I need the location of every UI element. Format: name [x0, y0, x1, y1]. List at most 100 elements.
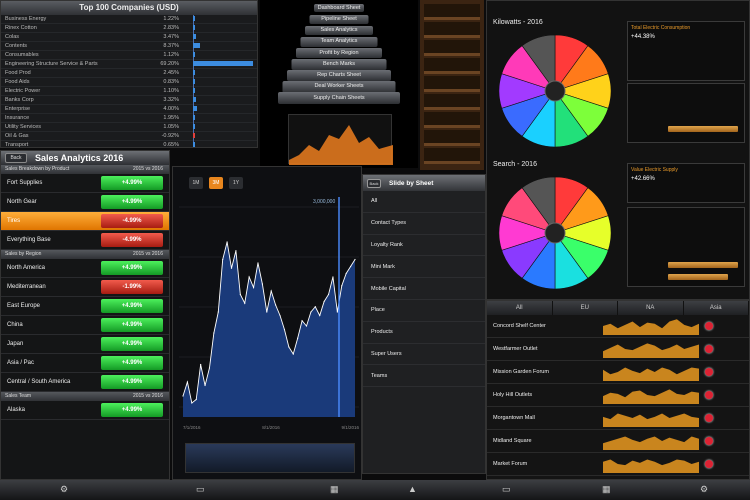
data-point[interactable]: [261, 283, 263, 285]
sales-row[interactable]: North America +4.99%: [1, 259, 169, 278]
list-icon[interactable]: ▭: [196, 484, 205, 495]
sheet-list-item[interactable]: Products: [363, 322, 485, 344]
sheet-list-item[interactable]: Contact Types: [363, 213, 485, 235]
sheet-list-item[interactable]: Loyalty Rank: [363, 235, 485, 257]
table-row[interactable]: Food Prod 2.45%: [1, 69, 257, 78]
data-point[interactable]: [301, 320, 303, 322]
table-row[interactable]: Banks Corp 3.32%: [1, 96, 257, 105]
carousel-item[interactable]: Profit by Region: [296, 48, 382, 58]
carousel-item[interactable]: Dashboard Sheet: [314, 4, 364, 12]
location-row[interactable]: Mission Garden Forum: [487, 361, 749, 384]
location-row[interactable]: Midland Square: [487, 430, 749, 453]
sheet-list-item[interactable]: Mobile Capital: [363, 278, 485, 300]
data-point[interactable]: [204, 384, 206, 387]
folder-icon[interactable]: ▭: [502, 484, 511, 495]
sheet-list-item[interactable]: All: [363, 191, 485, 213]
table-row[interactable]: Insurance 1.95%: [1, 114, 257, 123]
table-row[interactable]: Utility Services 1.05%: [1, 123, 257, 132]
data-point[interactable]: [252, 286, 255, 289]
data-point[interactable]: [349, 265, 352, 268]
table-row[interactable]: Oil & Gas -0.92%: [1, 132, 257, 141]
data-point[interactable]: [230, 267, 233, 269]
location-tab[interactable]: EU: [553, 301, 618, 315]
table-row[interactable]: Rinex Cotton 2.83%: [1, 24, 257, 33]
data-point[interactable]: [354, 258, 356, 261]
data-point[interactable]: [208, 367, 211, 369]
sales-line-chart[interactable]: [179, 197, 359, 447]
carousel-item[interactable]: Bench Marks: [291, 59, 387, 70]
carousel-item[interactable]: Rep Charts Sheet: [287, 70, 391, 81]
data-point[interactable]: [222, 258, 224, 261]
carousel-item[interactable]: Deal Worker Sheets: [282, 81, 396, 93]
data-point[interactable]: [288, 346, 290, 348]
table-row[interactable]: Colas 3.47%: [1, 33, 257, 42]
data-point[interactable]: [239, 293, 241, 296]
sheet-list-item[interactable]: Mini Mark: [363, 256, 485, 279]
table-row[interactable]: Food Aids 0.83%: [1, 78, 257, 87]
gear-icon[interactable]: ⚙: [700, 484, 708, 495]
data-point[interactable]: [323, 300, 325, 303]
settings-icon[interactable]: ⚙: [60, 484, 68, 495]
data-point[interactable]: [336, 311, 338, 313]
sales-row[interactable]: Everything Base -4.99%: [1, 231, 169, 250]
data-point[interactable]: [248, 276, 250, 278]
data-point[interactable]: [332, 276, 334, 278]
data-point[interactable]: [345, 272, 347, 275]
data-point[interactable]: [235, 250, 237, 252]
location-tab[interactable]: NA: [618, 301, 684, 315]
data-point[interactable]: [275, 304, 277, 306]
location-tab[interactable]: All: [487, 301, 553, 315]
pie-chart-kilowatts[interactable]: [495, 31, 615, 151]
back-button[interactable]: Back: [5, 153, 27, 163]
chart-icon[interactable]: ▦: [602, 484, 611, 495]
carousel-item[interactable]: Sales Analytics: [305, 26, 373, 35]
location-row[interactable]: Market Forum: [487, 453, 749, 476]
data-point[interactable]: [186, 381, 189, 383]
sales-row[interactable]: Japan +4.99%: [1, 335, 169, 354]
sheet-list-item[interactable]: Super Users: [363, 344, 485, 366]
data-point[interactable]: [279, 314, 281, 317]
sheet-list-item[interactable]: Place: [363, 300, 485, 322]
location-tab[interactable]: Asia: [684, 301, 749, 315]
data-point[interactable]: [195, 398, 197, 401]
table-row[interactable]: Contents 8.37%: [1, 42, 257, 51]
sales-row[interactable]: China +4.99%: [1, 316, 169, 335]
sales-row[interactable]: North Gear +4.99%: [1, 193, 169, 212]
sales-row[interactable]: Tires -4.99%: [1, 212, 169, 231]
data-point[interactable]: [266, 311, 268, 313]
table-row[interactable]: Consumables 1.12%: [1, 51, 257, 60]
data-point[interactable]: [314, 306, 316, 308]
data-point[interactable]: [310, 311, 312, 313]
data-point[interactable]: [327, 293, 330, 296]
table-row[interactable]: Transport 0.65%: [1, 141, 257, 147]
data-point[interactable]: [244, 302, 246, 304]
range-tab[interactable]: 1Y: [229, 177, 243, 189]
carousel-item[interactable]: Team Analytics: [300, 37, 378, 47]
data-point[interactable]: [213, 332, 215, 334]
data-point[interactable]: [292, 353, 294, 355]
range-tab[interactable]: 3M: [209, 177, 223, 189]
location-row[interactable]: Westfarmer Outlet: [487, 338, 749, 361]
carousel-item[interactable]: Pipeline Sheet: [309, 15, 369, 24]
sheet-list-item[interactable]: Teams: [363, 365, 485, 388]
grid-icon[interactable]: ▦: [330, 484, 339, 495]
carousel-item[interactable]: Supply Chain Sheets: [278, 92, 400, 104]
table-row[interactable]: Enterprise 4.00%: [1, 105, 257, 114]
data-point[interactable]: [217, 311, 219, 313]
data-point[interactable]: [297, 337, 299, 339]
sales-row[interactable]: Fort Supplies +4.99%: [1, 174, 169, 193]
range-tab[interactable]: 1M: [189, 177, 203, 189]
pie-chart-search[interactable]: [495, 173, 615, 293]
data-point[interactable]: [191, 402, 193, 404]
sales-row[interactable]: East Europe +4.99%: [1, 297, 169, 316]
sales-row[interactable]: Mediterranean -1.99%: [1, 278, 169, 297]
location-row[interactable]: Concord Shelf Center: [487, 315, 749, 338]
range-navigator[interactable]: [185, 443, 355, 473]
carousel-preview-chart[interactable]: [288, 114, 393, 165]
table-row[interactable]: Business Energy 1.22%: [1, 15, 257, 24]
data-point[interactable]: [283, 328, 286, 331]
location-row[interactable]: Holy Hill Outlets: [487, 384, 749, 407]
data-point[interactable]: [305, 325, 308, 327]
sheet-back-button[interactable]: Back: [367, 178, 381, 188]
sales-row[interactable]: Asia / Pac +4.99%: [1, 354, 169, 373]
